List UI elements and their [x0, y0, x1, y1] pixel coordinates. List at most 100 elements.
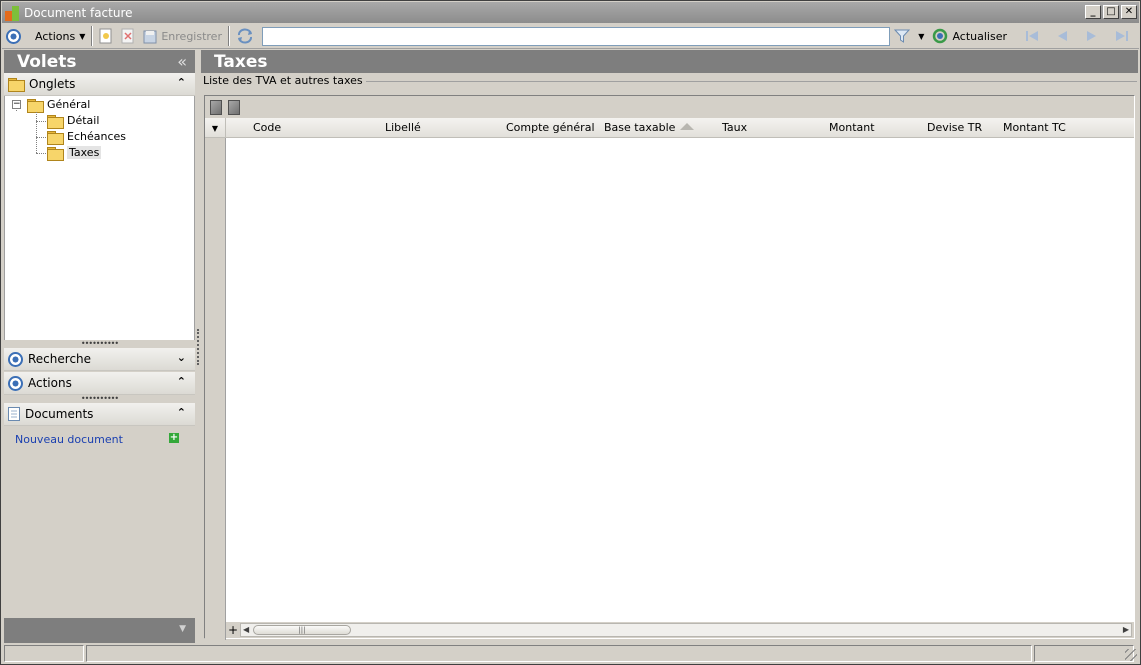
column-header-montant[interactable]: Montant — [829, 121, 875, 134]
search-input[interactable] — [261, 26, 891, 46]
recherche-label: Recherche — [28, 352, 92, 366]
left-pane: Volets « Onglets ⌃ − Général Détail Eché… — [4, 50, 195, 643]
tree-node-detail[interactable]: Détail — [47, 114, 100, 129]
right-pane: Taxes Liste des TVA et autres taxes ▼ Co… — [201, 50, 1138, 643]
horizontal-scrollbar[interactable]: ◀ ||| ▶ — [240, 623, 1132, 637]
tree-node-label: Echéances — [67, 130, 126, 143]
minimize-button[interactable]: _ — [1085, 5, 1101, 19]
recherche-section-header[interactable]: Recherche ⌄ — [4, 348, 195, 371]
save-button[interactable]: Enregistrer — [139, 25, 226, 47]
toolbar-separator — [91, 26, 94, 46]
actions-menu-label: Actions — [35, 29, 76, 43]
grid-toolbar — [205, 96, 1134, 118]
documents-label: Documents — [25, 407, 94, 421]
nav-buttons — [1015, 25, 1139, 47]
scroll-left-icon[interactable]: ◀ — [243, 625, 249, 634]
resize-grip-icon[interactable] — [1125, 649, 1137, 661]
column-header-devise-tr[interactable]: Devise TR — [927, 121, 982, 134]
status-bar — [2, 644, 1139, 663]
group-divider — [347, 81, 1137, 82]
group-title: Liste des TVA et autres taxes — [203, 74, 366, 87]
document-icon — [8, 407, 20, 421]
status-panel — [1034, 645, 1134, 662]
delete-icon — [121, 28, 134, 44]
tree-node-general[interactable]: Général — [27, 98, 91, 113]
onglets-resize-grip[interactable]: •••••••••• — [4, 340, 195, 348]
sync-button[interactable] — [232, 25, 258, 47]
chevron-up-icon[interactable]: ⌃ — [177, 76, 186, 89]
page-title: Taxes — [214, 51, 268, 72]
window-title: Document facture — [24, 5, 133, 20]
next-record-icon[interactable] — [1084, 29, 1100, 43]
last-record-icon[interactable] — [1114, 29, 1130, 43]
add-icon[interactable]: + — [169, 433, 179, 443]
add-row-button[interactable]: + — [226, 623, 240, 637]
app-logo-icon — [5, 5, 21, 21]
folder-icon — [8, 78, 25, 92]
tree-node-label: Détail — [67, 114, 100, 127]
tree-node-label-selected: Taxes — [67, 146, 102, 159]
toolbar-separator — [227, 26, 230, 46]
column-header-code[interactable]: Code — [253, 121, 281, 134]
close-button[interactable]: ✕ — [1121, 5, 1137, 19]
scrollbar-thumb[interactable]: ||| — [253, 625, 351, 635]
maximize-button[interactable]: □ — [1103, 5, 1119, 19]
refresh-icon — [933, 28, 948, 44]
filter-icon — [894, 29, 911, 43]
column-header-montant-tc[interactable]: Montant TC — [1003, 121, 1066, 134]
grid-footer: + ◀ ||| ▶ — [226, 622, 1134, 638]
scroll-right-icon[interactable]: ▶ — [1123, 625, 1129, 634]
chevron-up-icon[interactable]: ⌃ — [177, 375, 186, 388]
filter-dropdown-button[interactable]: ▼ — [914, 25, 928, 47]
row-indicator-column — [205, 138, 226, 640]
previous-record-icon[interactable] — [1054, 29, 1070, 43]
tabs-tree: − Général Détail Echéances Taxes — [4, 96, 195, 340]
left-pane-footer: ▼ — [4, 618, 195, 643]
tree-node-echeances[interactable]: Echéances — [47, 130, 126, 145]
ring-icon — [8, 375, 23, 391]
new-document-link[interactable]: Nouveau document + — [4, 426, 195, 448]
new-document-icon — [99, 28, 112, 44]
open-folder-icon — [47, 146, 64, 161]
sync-icon — [237, 28, 252, 44]
actions-menu-button[interactable]: Actions ▼ — [31, 25, 89, 47]
first-record-icon[interactable] — [1024, 29, 1040, 43]
filter-button[interactable] — [890, 25, 914, 47]
main-toolbar: Actions ▼ Enregistrer ▼ Actualiser — [2, 24, 1139, 49]
chevron-up-icon[interactable]: ⌃ — [177, 406, 186, 419]
volets-title: Volets — [17, 51, 77, 72]
actions-resize-grip[interactable]: •••••••••• — [4, 395, 195, 403]
tree-node-label: Général — [47, 98, 91, 111]
title-bar[interactable]: Document facture _ □ ✕ — [2, 2, 1139, 23]
caret-down-icon[interactable]: ▼ — [179, 624, 186, 634]
actions-section-header[interactable]: Actions ⌃ — [4, 372, 195, 395]
save-icon — [143, 30, 157, 44]
save-label: Enregistrer — [161, 29, 222, 43]
new-document-link-label[interactable]: Nouveau document — [15, 433, 123, 446]
new-button[interactable] — [95, 25, 117, 47]
column-header-taux[interactable]: Taux — [722, 121, 747, 134]
volets-header: Volets « — [4, 50, 195, 73]
column-chooser-icon[interactable]: ▼ — [205, 118, 226, 138]
edit-record-icon[interactable] — [228, 99, 240, 115]
column-header-base-taxable[interactable]: Base taxable — [604, 121, 675, 134]
documents-section-header[interactable]: Documents ⌃ — [4, 403, 195, 426]
chevron-down-icon[interactable]: ⌄ — [177, 351, 186, 364]
column-header-libelle[interactable]: Libellé — [385, 121, 421, 134]
sort-ascending-icon[interactable] — [680, 123, 694, 130]
app-menu-button[interactable] — [2, 25, 25, 47]
collapse-node-icon[interactable]: − — [12, 100, 21, 109]
app-window: Document facture _ □ ✕ Actions ▼ Enregis… — [0, 0, 1141, 665]
window-controls: _ □ ✕ — [1085, 5, 1137, 19]
delete-button[interactable] — [117, 25, 139, 47]
collapse-pane-button[interactable]: « — [177, 52, 187, 71]
add-record-icon[interactable] — [210, 99, 222, 115]
onglets-section-header[interactable]: Onglets ⌃ — [4, 73, 195, 96]
onglets-label: Onglets — [29, 77, 76, 91]
refresh-label: Actualiser — [952, 29, 1007, 43]
actions-label: Actions — [28, 376, 72, 390]
folder-icon — [47, 114, 64, 129]
refresh-button[interactable]: Actualiser — [928, 25, 1011, 47]
column-header-compte-general[interactable]: Compte général — [506, 121, 595, 134]
tree-node-taxes[interactable]: Taxes — [47, 146, 102, 161]
